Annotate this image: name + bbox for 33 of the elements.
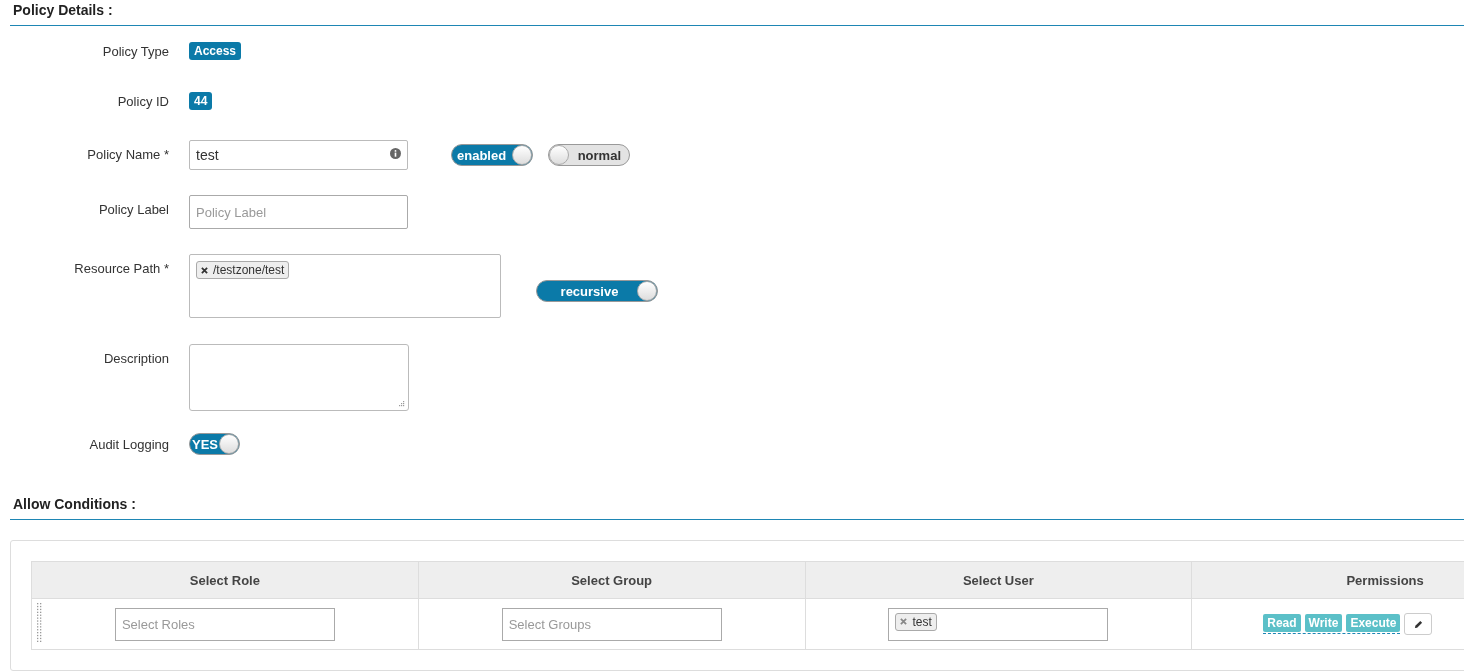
value-badge: 44 [189, 92, 213, 110]
column-header: Select User [805, 561, 1192, 599]
field-label: Policy ID [116, 93, 169, 109]
value-badge: Access [189, 42, 242, 60]
edit-button[interactable] [1404, 613, 1433, 635]
permission-tag: Execute [1346, 614, 1401, 632]
field-label: Description [102, 350, 169, 366]
permission-tag: Write [1304, 614, 1343, 632]
user-tag[interactable]: test [895, 612, 937, 631]
toggle-switch[interactable]: enabled [451, 144, 533, 166]
resource-path-field[interactable]: /testzone/test [189, 254, 501, 318]
section-title: Policy Details : [13, 2, 113, 18]
users-field[interactable]: test [888, 607, 1109, 641]
toggle-switch[interactable]: normal [548, 144, 630, 166]
permission-tag: Read [1263, 614, 1301, 632]
field-label: Audit Logging [88, 436, 169, 452]
drag-handle-icon[interactable] [37, 603, 42, 643]
path-tag[interactable]: /testzone/test [196, 261, 290, 279]
column-header: Permissions [1191, 561, 1464, 599]
description-field[interactable] [189, 344, 409, 411]
section-title: Allow Conditions : [13, 496, 136, 512]
text-field[interactable]: test [189, 140, 408, 170]
field-label: Policy Name * [86, 146, 169, 162]
field-label: Resource Path * [73, 260, 169, 276]
remove-icon[interactable] [201, 266, 208, 274]
column-header: Select Group [418, 561, 805, 599]
field-label: Policy Label [97, 201, 169, 217]
toggle-switch[interactable]: recursive [536, 280, 658, 302]
pencil-icon [1413, 619, 1423, 629]
toggle-switch[interactable]: YES [189, 433, 240, 455]
column-header: Select Role [31, 561, 419, 599]
field-label: Policy Type [101, 43, 169, 59]
resize-grip-icon[interactable] [399, 401, 405, 407]
